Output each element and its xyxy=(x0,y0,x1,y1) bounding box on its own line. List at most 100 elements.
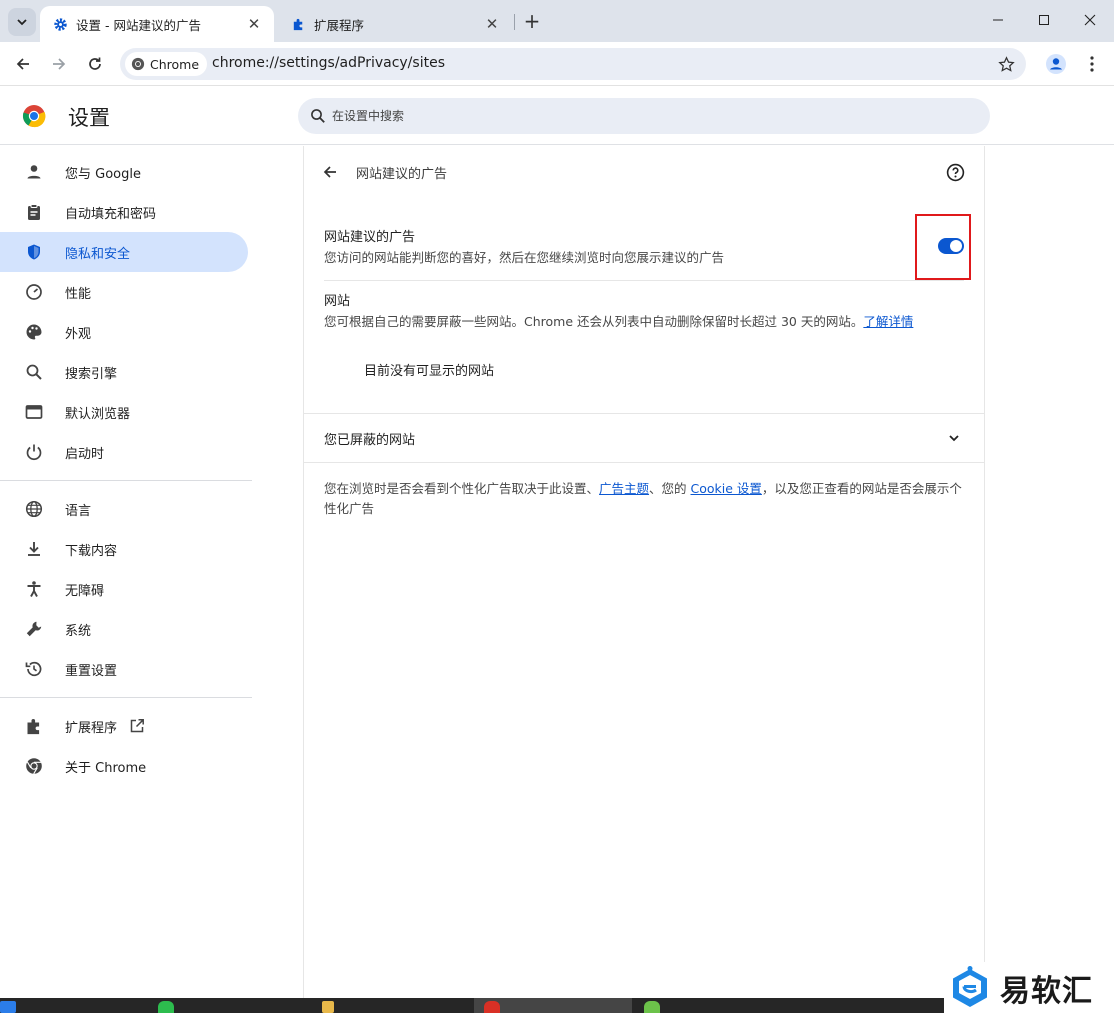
learn-more-link[interactable]: 了解详情 xyxy=(863,314,913,329)
menu-button[interactable] xyxy=(1078,50,1106,78)
settings-search[interactable] xyxy=(298,98,990,134)
sidebar-item-label: 下载内容 xyxy=(65,543,118,559)
taskbar-item[interactable] xyxy=(158,998,318,1013)
search-icon xyxy=(24,362,44,382)
arrow-left-icon xyxy=(323,166,336,178)
sidebar-item-autofill[interactable]: 自动填充和密码 xyxy=(0,192,248,232)
tab-separator xyxy=(514,14,515,30)
help-button[interactable] xyxy=(944,161,966,183)
sidebar-item-label: 您与 Google xyxy=(65,166,141,182)
forward-button[interactable] xyxy=(45,50,73,78)
tab-settings[interactable]: 设置 - 网站建议的广告 ✕ xyxy=(40,6,274,42)
avatar-icon xyxy=(1046,54,1066,74)
shield-icon xyxy=(24,242,44,262)
settings-sidebar: 您与 Google 自动填充和密码 隐私和安全 性能 外观 搜索引擎 默认浏览器… xyxy=(0,146,302,998)
ad-topics-link[interactable]: 广告主题 xyxy=(599,481,649,496)
back-arrow-button[interactable] xyxy=(319,161,341,183)
tab-title: 设置 - 网站建议的广告 xyxy=(76,17,201,33)
reload-button[interactable] xyxy=(81,50,109,78)
expand-blocked-sites-button[interactable] xyxy=(944,428,964,448)
row-divider xyxy=(324,280,964,281)
close-window-button[interactable] xyxy=(1067,0,1113,40)
sidebar-item-system[interactable]: 系统 xyxy=(0,609,248,649)
taskbar-item[interactable] xyxy=(0,998,150,1013)
highlight-box xyxy=(915,214,971,280)
sidebar-item-default-browser[interactable]: 默认浏览器 xyxy=(0,392,248,432)
settings-card: 网站建议的广告 网站建议的广告 您访问的网站能判断您的喜好，然后在您继续浏览时向… xyxy=(303,146,985,998)
tab-title: 扩展程序 xyxy=(314,17,365,33)
tab-extensions[interactable]: 扩展程序 ✕ xyxy=(278,6,512,42)
taskbar-item[interactable] xyxy=(640,998,790,1013)
footnote: 您在浏览时是否会看到个性化广告取决于此设置、广告主题、您的 Cookie 设置，… xyxy=(324,479,964,519)
sidebar-item-label: 语言 xyxy=(65,503,92,519)
sidebar-item-label: 扩展程序 xyxy=(65,720,118,736)
download-icon xyxy=(24,539,44,559)
sites-row: 网站 您可根据自己的需要屏蔽一些网站。Chrome 还会从列表中自动删除保留时长… xyxy=(324,292,964,332)
blocked-sites-title[interactable]: 您已屏蔽的网站 xyxy=(324,429,415,448)
chrome-icon xyxy=(484,1001,500,1013)
sidebar-item-label: 自动填充和密码 xyxy=(65,206,157,222)
taskbar-item[interactable] xyxy=(322,998,472,1013)
new-tab-button[interactable]: + xyxy=(520,8,544,34)
search-input[interactable] xyxy=(332,98,972,134)
app-icon xyxy=(644,1001,660,1013)
profile-button[interactable] xyxy=(1042,50,1070,78)
sidebar-item-on-startup[interactable]: 启动时 xyxy=(0,432,248,472)
puzzle-icon xyxy=(24,716,44,736)
address-bar[interactable]: Chrome chrome://settings/adPrivacy/sites xyxy=(120,48,1026,80)
gear-icon xyxy=(52,16,68,32)
close-icon xyxy=(1084,14,1096,26)
tab-search-button[interactable] xyxy=(8,8,36,36)
open-in-new-icon xyxy=(129,718,145,734)
back-button[interactable] xyxy=(9,50,37,78)
row-title: 网站建议的广告 xyxy=(324,230,416,245)
power-icon xyxy=(24,442,44,462)
settings-header: 设置 xyxy=(0,87,1114,145)
browser-toolbar: Chrome chrome://settings/adPrivacy/sites xyxy=(0,42,1114,86)
app-icon xyxy=(158,1001,174,1013)
browser-window-icon xyxy=(24,402,44,422)
maximize-button[interactable] xyxy=(1021,0,1067,40)
sidebar-item-appearance[interactable]: 外观 xyxy=(0,312,248,352)
arrow-left-icon xyxy=(16,58,29,70)
clipboard-icon xyxy=(24,202,44,222)
sidebar-item-you-and-google[interactable]: 您与 Google xyxy=(0,152,248,192)
sidebar-item-label: 无障碍 xyxy=(65,583,105,599)
sidebar-item-label: 关于 Chrome xyxy=(65,760,147,776)
close-icon[interactable]: ✕ xyxy=(246,15,262,33)
sidebar-item-performance[interactable]: 性能 xyxy=(0,272,248,312)
site-info-chip[interactable]: Chrome xyxy=(125,52,208,76)
reload-icon xyxy=(89,57,101,70)
sidebar-item-languages[interactable]: 语言 xyxy=(0,489,248,529)
row-subtitle-text: 您可根据自己的需要屏蔽一些网站。Chrome 还会从列表中自动删除保留时长超过 … xyxy=(324,314,864,329)
sidebar-item-extensions[interactable]: 扩展程序 xyxy=(0,706,248,746)
sidebar-item-label: 搜索引擎 xyxy=(65,366,118,382)
sidebar-divider xyxy=(0,480,252,481)
sidebar-item-accessibility[interactable]: 无障碍 xyxy=(0,569,248,609)
sidebar-item-label: 性能 xyxy=(65,286,92,302)
chip-label: Chrome xyxy=(150,56,200,72)
sidebar-item-label: 启动时 xyxy=(65,446,105,462)
sidebar-item-reset[interactable]: 重置设置 xyxy=(0,649,248,689)
folder-icon xyxy=(322,1001,334,1013)
cookie-settings-link[interactable]: Cookie 设置 xyxy=(691,481,762,496)
app-icon xyxy=(0,1001,16,1013)
settings-title: 设置 xyxy=(68,106,110,130)
bookmark-star-icon[interactable] xyxy=(994,52,1018,76)
taskbar-item-chrome[interactable] xyxy=(474,998,632,1013)
url-text[interactable]: chrome://settings/adPrivacy/sites xyxy=(212,55,445,71)
chevron-down-icon xyxy=(17,19,27,26)
sidebar-item-about-chrome[interactable]: 关于 Chrome xyxy=(0,746,248,786)
section-divider xyxy=(304,462,984,463)
puzzle-icon xyxy=(290,16,306,32)
minimize-button[interactable] xyxy=(975,0,1021,40)
arrow-right-icon xyxy=(53,58,66,70)
sidebar-item-downloads[interactable]: 下载内容 xyxy=(0,529,248,569)
site-suggested-ads-row: 网站建议的广告 您访问的网站能判断您的喜好，然后在您继续浏览时向您展示建议的广告 xyxy=(324,228,964,268)
row-title: 网站 xyxy=(324,294,351,309)
sidebar-item-search-engine[interactable]: 搜索引擎 xyxy=(0,352,248,392)
sidebar-item-privacy[interactable]: 隐私和安全 xyxy=(0,232,248,272)
empty-sites-message: 目前没有可显示的网站 xyxy=(364,364,495,379)
page-title: 网站建议的广告 xyxy=(356,167,448,182)
close-icon[interactable]: ✕ xyxy=(484,15,500,33)
